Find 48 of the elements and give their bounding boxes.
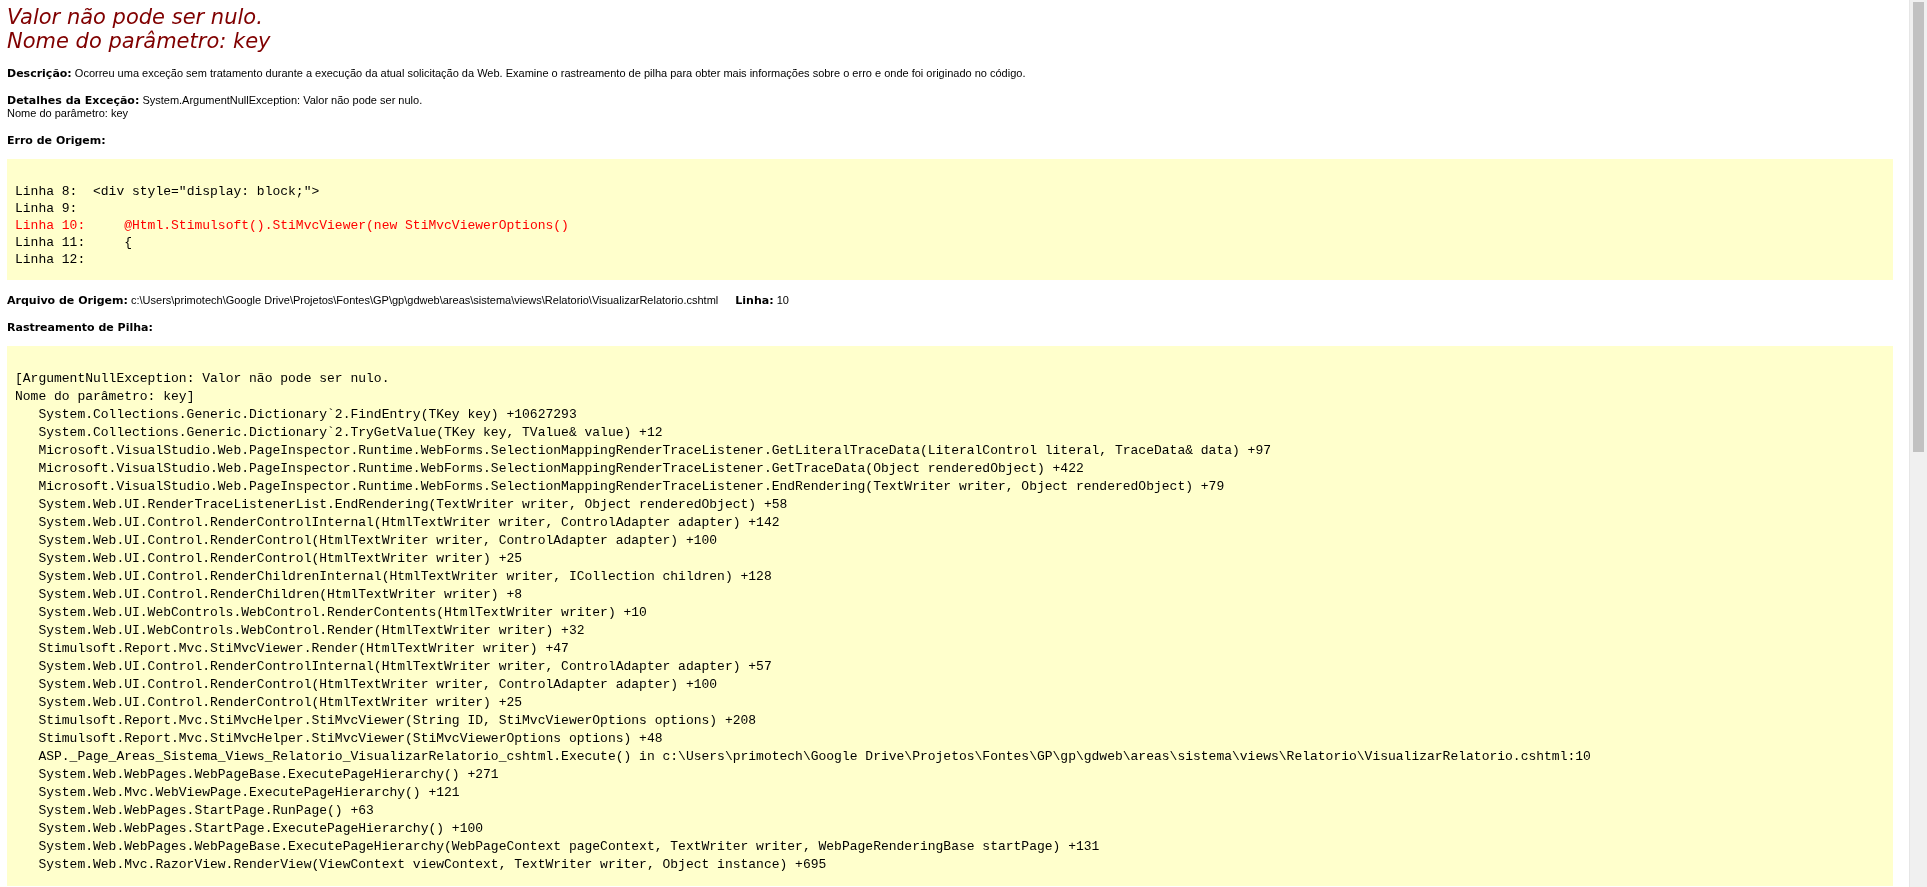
stack-frame: System.Web.UI.Control.RenderControl(HtmlTextWriter writer, ControlAdapter adapter) +100 [38,676,718,694]
code-line: Linha 10: @Html.Stimulsoft().StiMvcViewer(new StiMvcViewerOptions() [15,217,569,234]
field-label: Arquivo de Origem: [7,294,128,307]
stack-frame: Microsoft.VisualStudio.Web.PageInspector.Runtime.WebForms.SelectionMappingRenderTraceListener.EndRendering(TextWriter writer, Object renderedObject) +79 [38,478,1225,496]
stack-frame: Microsoft.VisualStudio.Web.PageInspector.Runtime.WebForms.SelectionMappingRenderTraceListener.GetTraceData(Object renderedObject) +422 [38,460,1084,478]
stack-frame: System.Web.WebPages.WebPageBase.ExecutePageHierarchy(WebPageContext pageContext, TextWriter writer, WebPageRenderingBase startPage) +131 [38,838,1100,856]
stack-frame: System.Web.UI.Control.RenderChildrenInternal(HtmlTextWriter writer, ICollection children) +128 [38,568,772,586]
stack-frame: System.Web.UI.Control.RenderControl(HtmlTextWriter writer) +25 [38,550,523,568]
stack-frame: System.Web.UI.Control.RenderControl(HtmlTextWriter writer, ControlAdapter adapter) +100 [38,532,718,550]
line-number: 10 [776,294,789,306]
code-line: Linha 11: { [15,234,133,251]
exception-message: [ArgumentNullException: Valor não pode ser nulo. [15,370,390,388]
code-line: Linha 8: <div style="display: block;"> [15,183,320,200]
stack-frame: Microsoft.VisualStudio.Web.PageInspector.Runtime.WebForms.SelectionMappingRenderTraceListener.GetLiteralTraceData(LiteralControl literal, TraceData& data) +97 [38,442,1271,460]
code-line: Linha 12: [15,251,86,268]
stack-frame: System.Web.UI.WebControls.WebControl.Render(HtmlTextWriter writer) +32 [38,622,585,640]
stack-frame: System.Web.UI.Control.RenderControlInternal(HtmlTextWriter writer, ControlAdapter adapter) +142 [38,514,780,532]
description-text: Ocorreu uma exceção sem tratamento durante a execução da atual solicitação da Web. Examine o rastreamento de pilha para obter mais informações sobre o erro e onde foi originado no código. [74,67,1026,79]
stack-frame: System.Web.WebPages.StartPage.RunPage() +63 [38,802,374,820]
stack-frame: System.Web.UI.Control.RenderControlInternal(HtmlTextWriter writer, ControlAdapter adapter) +57 [38,658,772,676]
stack-frame: System.Web.Mvc.RazorView.RenderView(ViewContext viewContext, TextWriter writer, Object instance) +695 [38,856,827,874]
section-heading: Rastreamento de Pilha: [7,321,153,334]
section-heading: Erro de Origem: [7,134,106,147]
scrollbar[interactable] [1909,0,1927,887]
stack-frame: Stimulsoft.Report.Mvc.StiMvcHelper.StiMvcViewer(StiMvcViewerOptions options) +48 [38,730,663,748]
stack-frame: System.Web.Mvc.WebViewPage.ExecutePageHierarchy() +121 [38,784,460,802]
stack-frame: Stimulsoft.Report.Mvc.StiMvcViewer.Render(HtmlTextWriter writer) +47 [38,640,569,658]
stack-frame: System.Web.WebPages.WebPageBase.ExecutePageHierarchy() +271 [38,766,499,784]
stack-frame: System.Web.UI.RenderTraceListenerList.EndRendering(TextWriter writer, Object renderedObject) +58 [38,496,788,514]
field-label: Linha: [735,294,774,307]
exception-text: System.ArgumentNullException: Valor não pode ser nulo. [142,94,423,106]
scrollbar-thumb[interactable] [1913,2,1924,452]
stack-frame: System.Web.UI.Control.RenderControl(HtmlTextWriter writer) +25 [38,694,523,712]
exception-text: Nome do parâmetro: key [7,107,129,119]
stack-frame: System.Collections.Generic.Dictionary`2.TryGetValue(TKey key, TValue& value) +12 [38,424,663,442]
stack-frame: Stimulsoft.Report.Mvc.StiMvcHelper.StiMvcViewer(String ID, StiMvcViewerOptions options) +208 [38,712,757,730]
file-path: c:\Users\primotech\Google Drive\Projetos\Fontes\GP\gp\gdweb\areas\sistema\views\Relatorio\VisualizarRelatorio.cshtml [130,294,719,306]
exception-message: Nome do parâmetro: key] [15,388,195,406]
field-label: Descrição: [7,67,72,80]
stack-frame: System.Web.WebPages.StartPage.ExecutePageHierarchy() +100 [38,820,484,838]
stack-frame: System.Collections.Generic.Dictionary`2.FindEntry(TKey key) +10627293 [38,406,577,424]
error-title: Nome do parâmetro: key [7,29,271,53]
field-label: Detalhes da Exceção: [7,94,140,107]
stack-frame: System.Web.UI.WebControls.WebControl.RenderContents(HtmlTextWriter writer) +10 [38,604,647,622]
stack-frame: System.Web.UI.Control.RenderChildren(HtmlTextWriter writer) +8 [38,586,523,604]
error-title: Valor não pode ser nulo. [7,5,263,29]
stack-frame: ASP._Page_Areas_Sistema_Views_Relatorio_VisualizarRelatorio_cshtml.Execute() in c:\Users\primotech\Google Drive\Projetos\Fontes\GP\gp\gdweb\areas\sistema\views\Relatorio\VisualizarRelatorio.cshtml:10 [38,748,1591,766]
code-line: Linha 9: [15,200,78,217]
